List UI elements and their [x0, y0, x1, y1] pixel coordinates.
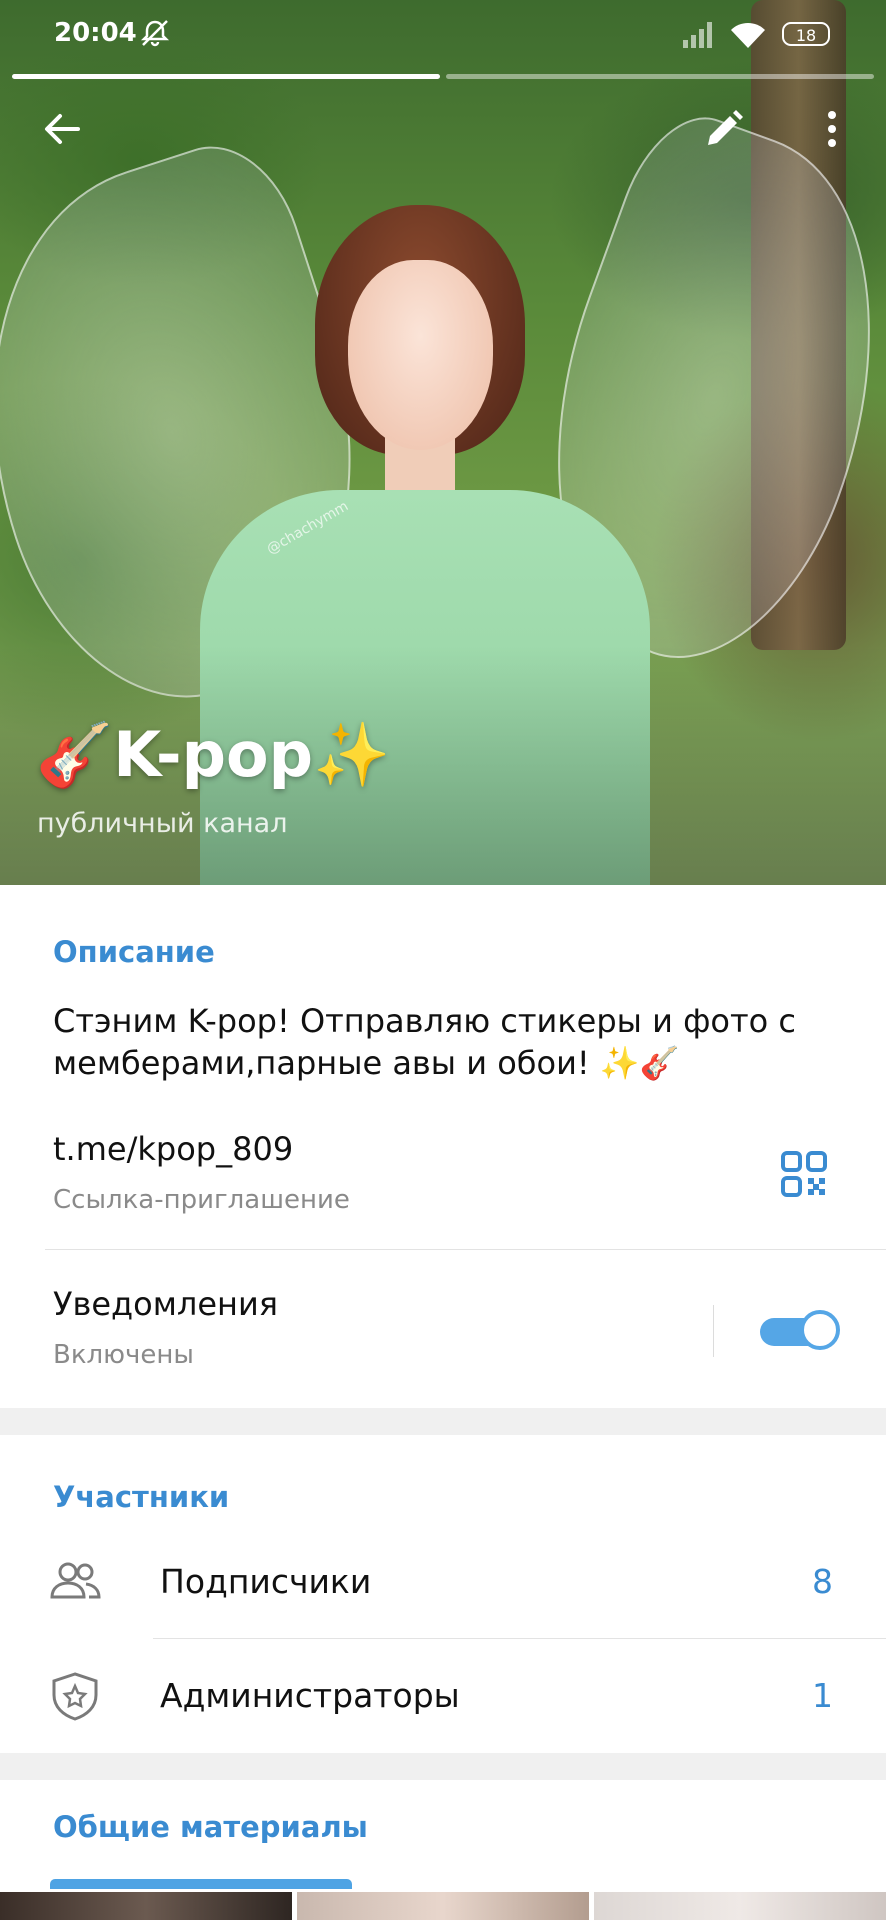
qr-code-icon[interactable]	[780, 1150, 828, 1198]
shared-media-header[interactable]: Общие материалы	[53, 1810, 368, 1844]
media-tab-indicator	[50, 1879, 352, 1889]
media-thumbnail[interactable]	[0, 1892, 292, 1920]
signal-icon	[683, 22, 712, 48]
wifi-icon	[731, 22, 765, 48]
more-vertical-icon[interactable]	[810, 105, 858, 153]
back-arrow-icon[interactable]	[38, 105, 86, 153]
admin-shield-icon	[52, 1672, 98, 1721]
media-thumbnail[interactable]	[594, 1892, 886, 1920]
administrators-row[interactable]: Администраторы 1	[0, 1641, 886, 1751]
administrators-count: 1	[812, 1676, 833, 1715]
description-header: Описание	[53, 935, 215, 969]
people-icon	[50, 1562, 101, 1599]
channel-title: 🎸K-pop✨	[36, 718, 390, 792]
channel-name: K-pop	[113, 718, 313, 791]
story-progress-next	[446, 74, 874, 79]
status-time: 20:04	[54, 18, 137, 48]
administrators-label: Администраторы	[160, 1676, 460, 1715]
muted-bell-icon	[140, 20, 170, 47]
subscribers-row[interactable]: Подписчики 8	[0, 1527, 886, 1637]
invite-link[interactable]: t.me/kpop_809	[53, 1130, 293, 1168]
story-progress-active	[12, 74, 440, 79]
divider	[45, 1249, 886, 1250]
channel-description[interactable]: Стэним K-pop! Отправляю стикеры и фото с…	[53, 1000, 833, 1084]
channel-info-section: Описание Стэним K-pop! Отправляю стикеры…	[0, 885, 886, 1408]
notifications-status: Включены	[53, 1340, 194, 1370]
channel-type: публичный канал	[37, 808, 288, 839]
subscribers-label: Подписчики	[160, 1562, 372, 1601]
notifications-toggle[interactable]	[760, 1310, 840, 1350]
divider	[153, 1638, 886, 1639]
notifications-label: Уведомления	[53, 1285, 278, 1323]
media-thumbnail[interactable]	[297, 1892, 589, 1920]
members-header: Участники	[53, 1480, 230, 1514]
members-section: Участники Подписчики 8 Администраторы 1	[0, 1435, 886, 1753]
sparkles-emoji: ✨	[312, 718, 391, 791]
guitar-emoji: 🎸	[36, 718, 114, 791]
subscribers-count: 8	[812, 1562, 833, 1601]
edit-pencil-icon[interactable]	[700, 105, 748, 153]
shared-media-section: Общие материалы	[0, 1780, 886, 1920]
status-bar: 20:04 18	[0, 0, 886, 70]
battery-indicator: 18	[782, 22, 830, 46]
invite-link-label: Ссылка-приглашение	[53, 1185, 350, 1215]
